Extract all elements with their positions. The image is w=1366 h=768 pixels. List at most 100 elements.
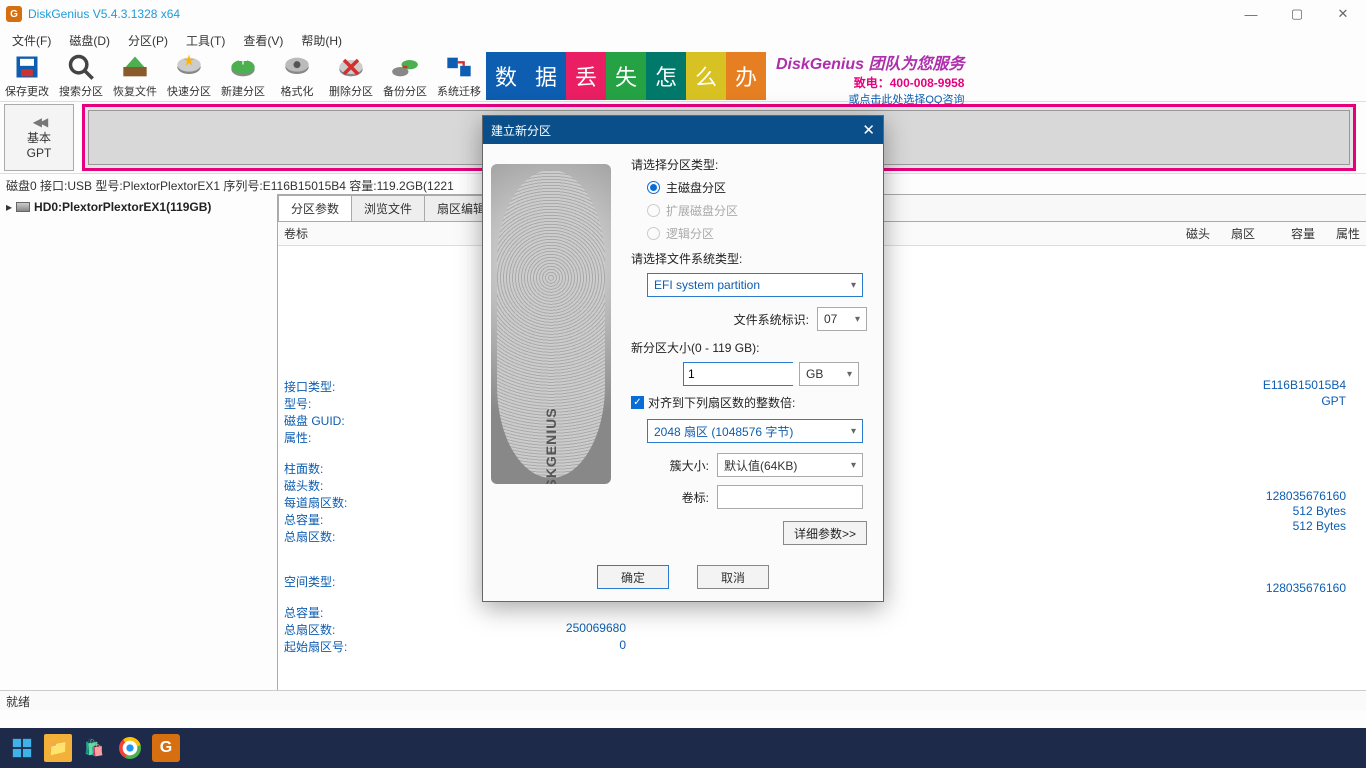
banner-blocks: 数 据 丢 失 怎 么 办 [486, 52, 766, 100]
volume-label-label: 卷标: [631, 489, 717, 506]
quick-icon [175, 53, 203, 81]
col-volume[interactable]: 卷标 [278, 222, 478, 245]
status-bar: 就绪 [0, 690, 1366, 710]
radio-logical: 逻辑分区 [647, 225, 867, 242]
radio-extended: 扩展磁盘分区 [647, 202, 867, 219]
fs-id-select[interactable]: 07▾ [817, 307, 867, 331]
chrome-icon[interactable] [116, 734, 144, 762]
magnifier-icon [67, 53, 95, 81]
svg-text:+: + [238, 53, 248, 70]
hdd-illustration-icon [491, 164, 611, 484]
delete-partition-button[interactable]: 删除分区 [324, 51, 378, 101]
disk-map-nav[interactable]: ◀◀ 基本 GPT [4, 104, 74, 171]
col-capacity[interactable]: 容量 [1261, 222, 1321, 245]
volume-label-input[interactable] [717, 485, 863, 509]
menu-disk[interactable]: 磁盘(D) [61, 29, 118, 52]
fs-type-label: 请选择文件系统类型: [631, 250, 867, 267]
fs-id-label: 文件系统标识: [631, 311, 817, 328]
radio-icon [647, 227, 660, 240]
migrate-icon [445, 53, 473, 81]
close-button[interactable]: ✕ [1320, 0, 1366, 28]
cluster-select[interactable]: 默认值(64KB)▾ [717, 453, 863, 477]
diskgenius-task-icon[interactable]: G [152, 734, 180, 762]
dialog-titlebar[interactable]: 建立新分区 ✕ [483, 116, 883, 144]
menu-tools[interactable]: 工具(T) [178, 29, 233, 52]
expand-icon[interactable]: ▸ [6, 200, 12, 214]
align-checkbox[interactable]: ✓ [631, 396, 644, 409]
backup-icon [391, 53, 419, 81]
cancel-button[interactable]: 取消 [697, 565, 769, 589]
titlebar: G DiskGenius V5.4.3.1328 x64 ― ▢ ✕ [0, 0, 1366, 28]
delete-icon [337, 53, 365, 81]
align-select[interactable]: 2048 扇区 (1048576 字节)▾ [647, 419, 863, 443]
disk-type-basic: 基本 [27, 129, 51, 146]
tab-partition-params[interactable]: 分区参数 [278, 195, 352, 221]
toolbar: 保存更改 搜索分区 恢复文件 快速分区 +新建分区 格式化 删除分区 备份分区 … [0, 52, 1366, 102]
align-label: 对齐到下列扇区数的整数倍: [648, 394, 795, 411]
chevron-down-icon: ▾ [851, 426, 856, 437]
banner: 数 据 丢 失 怎 么 办 DiskGenius 团队为您服务 致电：400-0… [486, 51, 1366, 101]
menu-help[interactable]: 帮助(H) [293, 29, 350, 52]
radio-primary[interactable]: 主磁盘分区 [647, 179, 867, 196]
format-icon [283, 53, 311, 81]
recover-icon [121, 53, 149, 81]
disk-tree: ▸ HD0:PlextorPlextorEX1(119GB) [0, 194, 278, 690]
cluster-label: 簇大小: [631, 457, 717, 474]
backup-partition-button[interactable]: 备份分区 [378, 51, 432, 101]
taskbar: 📁 🛍️ G [0, 728, 1366, 768]
app-icon: G [6, 6, 22, 22]
serial-value: E116B15015B4 [1263, 378, 1346, 392]
system-migrate-button[interactable]: 系统迁移 [432, 51, 486, 101]
chevron-down-icon: ▾ [847, 369, 852, 380]
store-icon[interactable]: 🛍️ [80, 734, 108, 762]
banner-slogan: DiskGenius 团队为您服务 [776, 50, 964, 74]
total-sectors-value: 250069680 [558, 621, 626, 635]
chevron-left-icon: ◀◀ [33, 115, 45, 129]
search-partition-button[interactable]: 搜索分区 [54, 51, 108, 101]
tab-browse-files[interactable]: 浏览文件 [351, 195, 425, 221]
chevron-down-icon: ▾ [851, 280, 856, 291]
ok-button[interactable]: 确定 [597, 565, 669, 589]
partition-type-label: 请选择分区类型: [631, 156, 867, 173]
banner-text: DiskGenius 团队为您服务 致电：400-008-9958 或点击此处选… [776, 46, 964, 107]
dialog-form: 请选择分区类型: 主磁盘分区 扩展磁盘分区 逻辑分区 请选择文件系统类型: EF… [625, 144, 883, 601]
total-bytes-1: 128035676160 [1266, 489, 1346, 503]
window-controls: ― ▢ ✕ [1228, 0, 1366, 28]
new-partition-button[interactable]: +新建分区 [216, 51, 270, 101]
fs-type-select[interactable]: EFI system partition▾ [647, 273, 863, 297]
size-unit-select[interactable]: GB▾ [799, 362, 859, 386]
menubar: 文件(F) 磁盘(D) 分区(P) 工具(T) 查看(V) 帮助(H) [0, 28, 1366, 52]
detail-params-button[interactable]: 详细参数>> [783, 521, 867, 545]
floppy-icon [13, 53, 41, 81]
new-partition-icon: + [229, 53, 257, 81]
scheme-value: GPT [1321, 394, 1346, 408]
hdd-icon [16, 202, 30, 212]
explorer-icon[interactable]: 📁 [44, 734, 72, 762]
dialog-title: 建立新分区 [491, 122, 551, 139]
start-button[interactable] [8, 734, 36, 762]
dialog-actions: 确定 取消 [483, 565, 883, 589]
col-attr[interactable]: 属性 [1321, 222, 1366, 245]
recover-files-button[interactable]: 恢复文件 [108, 51, 162, 101]
menu-partition[interactable]: 分区(P) [120, 29, 176, 52]
sector-size-1: 512 Bytes [1293, 504, 1346, 518]
tree-item-hd0[interactable]: ▸ HD0:PlextorPlextorEX1(119GB) [0, 198, 277, 216]
minimize-button[interactable]: ― [1228, 0, 1274, 28]
new-partition-dialog: 建立新分区 ✕ 请选择分区类型: 主磁盘分区 扩展磁盘分区 逻辑分区 请选择文件… [482, 115, 884, 602]
radio-icon [647, 204, 660, 217]
dialog-image-panel [483, 144, 625, 601]
save-changes-button[interactable]: 保存更改 [0, 51, 54, 101]
start-sector-value: 0 [558, 638, 626, 652]
col-heads[interactable]: 磁头 [1171, 222, 1216, 245]
menu-view[interactable]: 查看(V) [235, 29, 291, 52]
format-button[interactable]: 格式化 [270, 51, 324, 101]
maximize-button[interactable]: ▢ [1274, 0, 1320, 28]
menu-file[interactable]: 文件(F) [4, 29, 59, 52]
col-sectors[interactable]: 扇区 [1216, 222, 1261, 245]
dialog-close-button[interactable]: ✕ [862, 121, 875, 139]
tree-item-label: HD0:PlextorPlextorEX1(119GB) [34, 200, 211, 214]
quick-partition-button[interactable]: 快速分区 [162, 51, 216, 101]
total-bytes-2: 128035676160 [1266, 581, 1346, 595]
sector-size-2: 512 Bytes [1293, 519, 1346, 533]
size-input[interactable]: ▲▼ [683, 362, 793, 386]
